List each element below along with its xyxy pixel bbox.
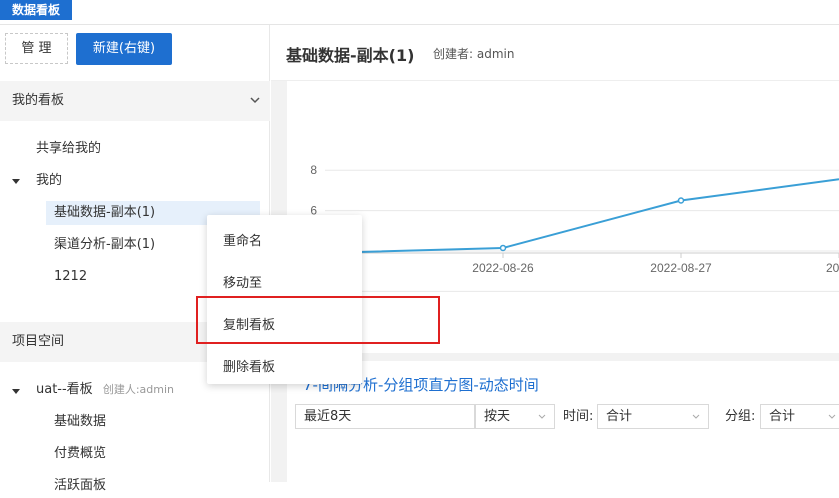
chevron-down-icon	[692, 414, 700, 419]
page-title: 基础数据-副本(1)	[286, 46, 415, 65]
sidebar-item-project-board[interactable]: 基础数据	[54, 410, 106, 434]
time-select[interactable]: 合计	[597, 404, 709, 429]
time-value: 合计	[606, 409, 633, 424]
chevron-down-icon	[250, 97, 260, 104]
main-header: 基础数据-副本(1) 创建者: admin	[271, 25, 839, 81]
sidebar-item-mine[interactable]: 我的	[36, 169, 62, 193]
project-group-label: uat--看板	[36, 382, 93, 397]
granularity-select[interactable]: 按天	[475, 404, 555, 429]
project-space-header-label: 项目空间	[12, 334, 65, 349]
x-tick-label: 2022-08-27	[650, 261, 712, 275]
data-point	[499, 244, 507, 252]
manage-button[interactable]: 管 理	[5, 33, 68, 64]
y-tick-label: 8	[310, 163, 317, 177]
my-boards-header-label: 我的看板	[12, 93, 65, 108]
sidebar-item-project-board[interactable]: 付费概览	[54, 442, 106, 466]
sidebar-item-board[interactable]: 渠道分析-副本(1)	[54, 233, 155, 257]
x-tick-label: 20	[826, 261, 839, 275]
highlight-box	[196, 296, 440, 344]
sidebar-item-shared[interactable]: 共享给我的	[36, 137, 101, 161]
x-tick-label: 2022-08-26	[472, 261, 534, 275]
series-line	[324, 178, 839, 255]
granularity-value: 按天	[484, 409, 511, 424]
project-group-creator: 创建人:admin	[102, 383, 175, 396]
time-label: 时间:	[563, 409, 594, 424]
group-select[interactable]: 合计	[760, 404, 839, 429]
menu-item-rename[interactable]: 重命名	[223, 230, 262, 249]
app-tab[interactable]: 数据看板	[0, 0, 73, 20]
menu-item-move[interactable]: 移动至	[223, 272, 262, 291]
group-label: 分组:	[725, 409, 756, 424]
sidebar-item-project-group[interactable]: uat--看板 创建人:admin	[36, 378, 174, 402]
menu-item-delete-board[interactable]: 删除看板	[223, 356, 275, 375]
chevron-down-icon	[828, 414, 836, 419]
caret-down-icon[interactable]	[12, 389, 20, 394]
top-bar: 数据看板	[0, 0, 839, 25]
caret-down-icon[interactable]	[12, 179, 20, 184]
creator-label: 创建者: admin	[433, 47, 515, 61]
group-value: 合计	[769, 409, 796, 424]
data-point	[677, 197, 685, 204]
chevron-down-icon	[538, 414, 546, 419]
my-boards-header[interactable]: 我的看板	[0, 81, 270, 121]
new-board-button[interactable]: 新建(右键)	[76, 33, 172, 65]
date-range-input[interactable]: 最近8天	[295, 404, 475, 429]
chart-card-2: 7-间隔分析-分组项直方图-动态时间 最近8天 按天 时间: 合计 分组: 合计	[287, 361, 839, 482]
sidebar-item-board[interactable]: 1212	[54, 265, 87, 289]
sidebar-item-project-board[interactable]: 活跃面板	[54, 474, 106, 498]
